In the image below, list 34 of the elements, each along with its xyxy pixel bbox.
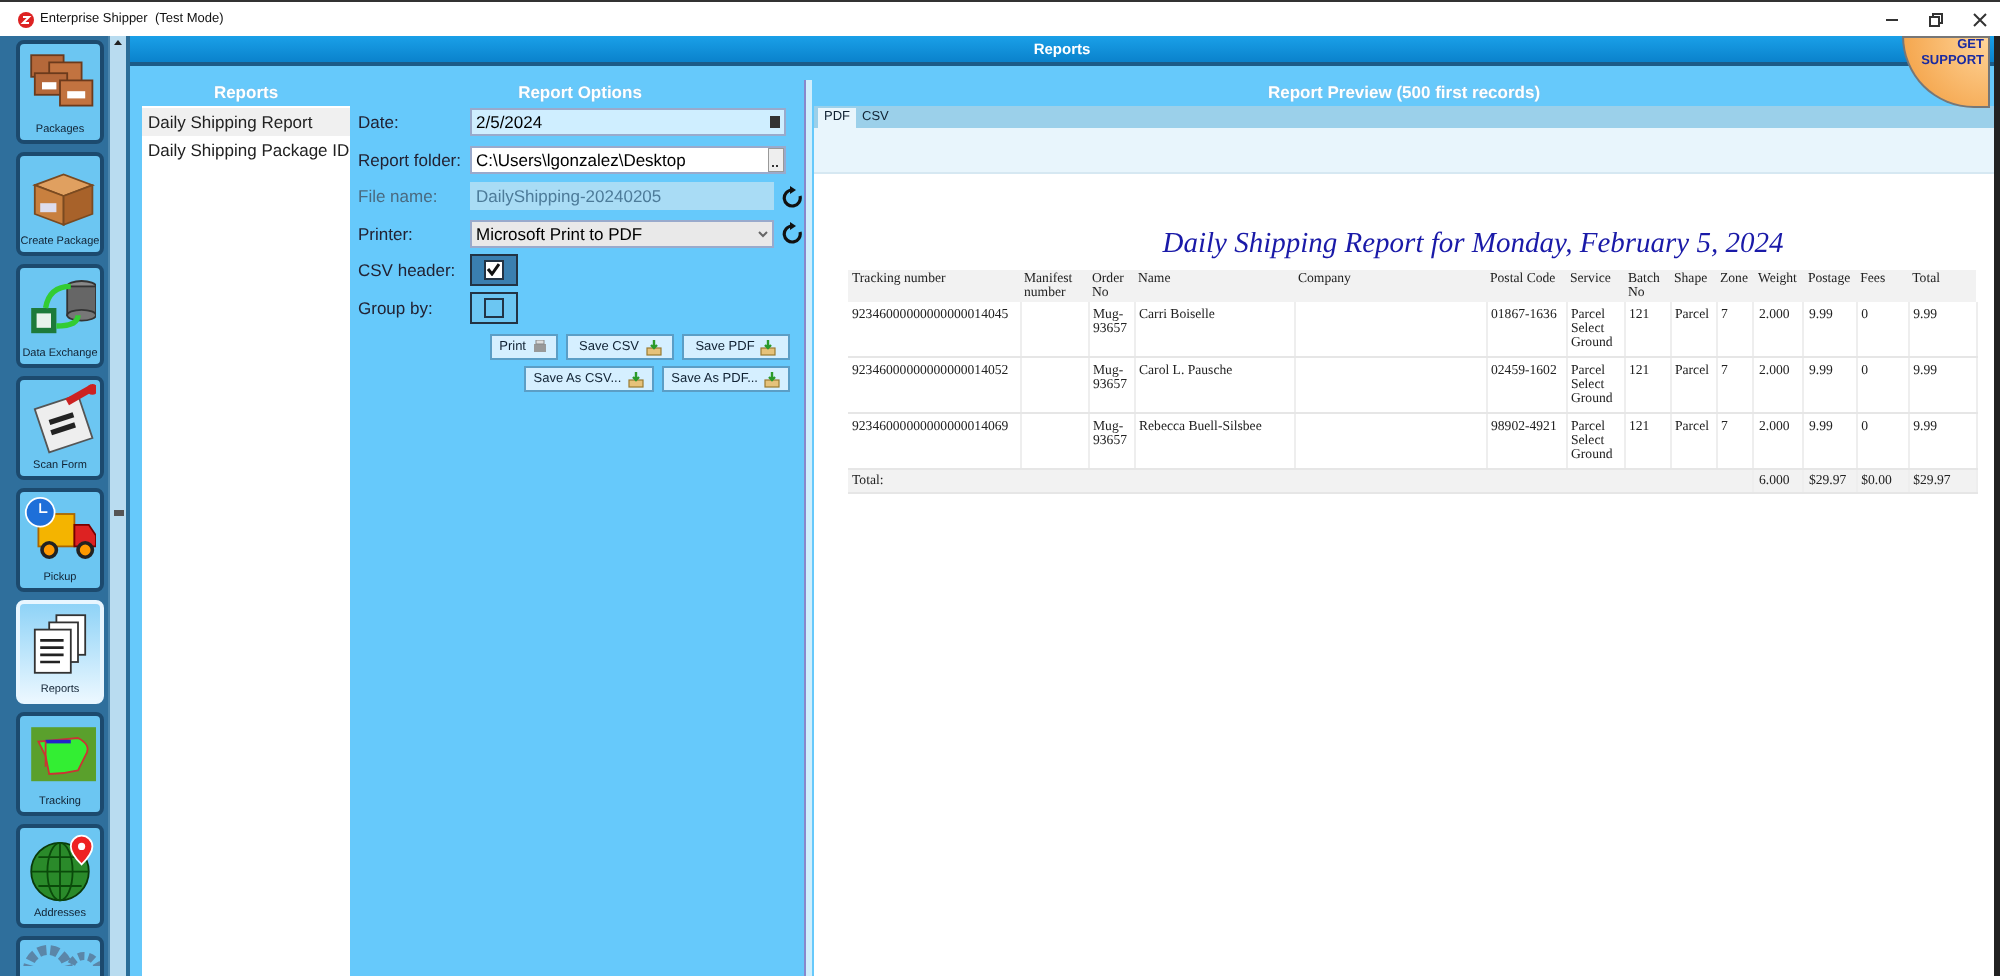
checkmark-icon xyxy=(486,262,500,276)
field-label: Printer: xyxy=(358,223,415,243)
field-label: Group by: xyxy=(358,297,435,317)
folder-field[interactable]: C:\Users\lgonzalez\Desktop xyxy=(470,145,786,173)
printer-dropdown[interactable]: Microsoft Print to PDF xyxy=(470,219,775,247)
app-logo-icon xyxy=(18,11,34,27)
field-label: File name: xyxy=(358,186,440,206)
panel-title: Reports xyxy=(211,80,281,106)
report-list-item[interactable]: Daily Shipping Report xyxy=(142,108,350,136)
tray-download-icon xyxy=(645,339,661,355)
date-field[interactable]: 2/5/2024 xyxy=(470,108,786,136)
tray-download-icon xyxy=(627,371,644,387)
field-label: CSV header: xyxy=(358,260,458,280)
gears-icon xyxy=(20,942,100,966)
checkbox[interactable] xyxy=(470,254,518,286)
tray-download-icon xyxy=(760,339,777,355)
checkbox[interactable] xyxy=(470,291,518,323)
refresh-icon[interactable] xyxy=(779,185,802,207)
panel-title: Report Options xyxy=(516,80,644,106)
refresh-icon[interactable] xyxy=(779,222,802,244)
caret-icon xyxy=(758,229,769,237)
field-label: Date: xyxy=(358,112,401,132)
report-title: Daily Shipping Report for Monday, February 5, 2024 xyxy=(1160,228,1786,262)
field-label: Report folder: xyxy=(358,149,463,169)
scrollbar[interactable] xyxy=(108,36,130,976)
printer-icon xyxy=(532,340,548,354)
scroll-thumb-icon[interactable] xyxy=(113,509,123,515)
report-list-item[interactable]: Daily Shipping Package ID xyxy=(142,136,350,164)
panel-title: Report Preview (500 first records) xyxy=(1265,80,1543,106)
browse-button-icon[interactable] xyxy=(768,147,784,171)
close-icon[interactable] xyxy=(1972,11,1988,27)
tray-download-icon xyxy=(764,371,780,387)
restore-icon[interactable] xyxy=(1928,11,1944,27)
globe-pin-icon xyxy=(24,832,96,904)
